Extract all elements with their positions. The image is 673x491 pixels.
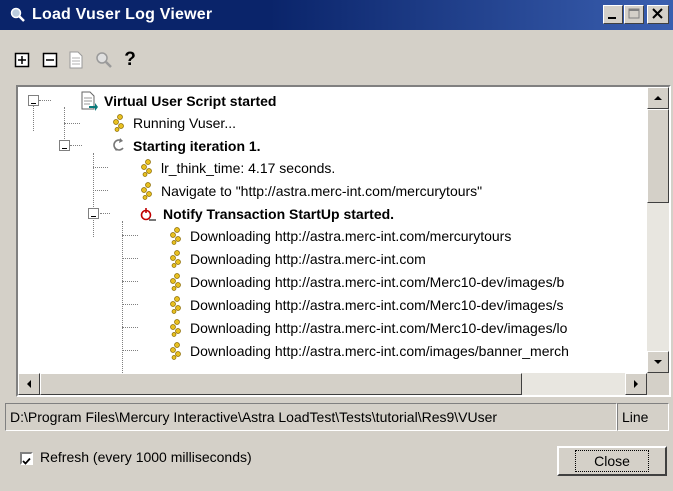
minus-icon: [62, 148, 67, 149]
node-label: Starting iteration 1.: [133, 138, 261, 154]
minus-icon: [91, 216, 96, 217]
expand-all-icon: [14, 52, 30, 68]
tree-connector: [122, 235, 138, 236]
document-button[interactable]: [66, 50, 86, 70]
tree-node[interactable]: Downloading http://astra.merc-int.com/Me…: [168, 271, 564, 293]
node-label: lr_think_time: 4.17 seconds.: [161, 160, 336, 176]
tree-node[interactable]: Downloading http://astra.merc-int.com/im…: [168, 340, 569, 362]
node-label: Downloading http://astra.merc-int.com: [190, 251, 426, 267]
document-icon: [69, 51, 83, 69]
find-button[interactable]: [94, 50, 114, 70]
tree-node[interactable]: Downloading http://astra.merc-int.com/Me…: [168, 317, 567, 339]
toolbar: ?: [0, 30, 673, 85]
log-tree-view[interactable]: Virtual User Script started Running Vuse…: [16, 85, 671, 397]
arrow-down-icon: [654, 360, 662, 364]
tree-node[interactable]: Downloading http://astra.merc-int.com/me…: [168, 225, 511, 247]
tree-connector: [64, 123, 80, 124]
vuser-icon: [170, 273, 181, 291]
minimize-icon: [608, 17, 616, 19]
tree-node[interactable]: Navigate to "http://astra.merc-int.com/m…: [139, 180, 482, 202]
tree-connector: [122, 281, 138, 282]
scroll-up-button[interactable]: [647, 87, 669, 109]
scroll-left-button[interactable]: [18, 373, 40, 395]
refresh-checkbox[interactable]: [20, 452, 33, 465]
node-label: Downloading http://astra.merc-int.com/me…: [190, 228, 512, 244]
tree-connector: [122, 258, 138, 259]
node-label: Navigate to "http://astra.merc-int.com/m…: [161, 183, 483, 199]
expand-all-button[interactable]: [12, 50, 32, 70]
tree-connector: [70, 145, 82, 146]
tree-node-iteration[interactable]: Starting iteration 1.: [111, 135, 261, 157]
minus-icon: [31, 103, 36, 104]
tree-connector: [122, 327, 138, 328]
node-label: Downloading http://astra.merc-int.com/im…: [190, 343, 569, 359]
horizontal-scrollbar[interactable]: [18, 373, 647, 395]
tree-connector: [39, 100, 51, 101]
collapse-toggle[interactable]: [88, 208, 99, 219]
close-button-label: Close: [575, 450, 649, 472]
status-path: D:\Program Files\Mercury Interactive\Ast…: [5, 403, 617, 431]
vuser-icon: [170, 227, 181, 245]
collapse-all-icon: [42, 52, 58, 68]
script-icon: [81, 91, 98, 111]
tree-connector: [93, 167, 108, 168]
scroll-down-button[interactable]: [647, 351, 669, 373]
status-line: Line: [617, 403, 669, 431]
transaction-icon: [140, 208, 156, 221]
node-label: Downloading http://astra.merc-int.com/Me…: [190, 297, 564, 313]
node-label: Downloading http://astra.merc-int.com/Me…: [190, 320, 568, 336]
refresh-label[interactable]: Refresh (every 1000 milliseconds): [40, 449, 252, 465]
tree-connector: [122, 350, 138, 351]
collapse-toggle[interactable]: [59, 140, 70, 151]
tree-node[interactable]: lr_think_time: 4.17 seconds.: [139, 157, 335, 179]
horizontal-scroll-thumb[interactable]: [40, 373, 522, 395]
close-window-button[interactable]: [647, 5, 669, 24]
tree-node-script-started[interactable]: Virtual User Script started: [80, 90, 276, 112]
title-bar[interactable]: Load Vuser Log Viewer: [0, 0, 673, 30]
arrow-right-icon: [634, 380, 638, 388]
vertical-scroll-thumb[interactable]: [647, 109, 669, 203]
iteration-icon: [113, 138, 124, 151]
tree-node[interactable]: Downloading http://astra.merc-int.com: [168, 248, 426, 270]
app-magnifier-icon: [10, 7, 26, 23]
collapse-toggle[interactable]: [28, 95, 39, 106]
tree-connector: [93, 190, 108, 191]
node-label: Downloading http://astra.merc-int.com/Me…: [190, 274, 565, 290]
arrow-left-icon: [27, 380, 31, 388]
close-button[interactable]: Close: [557, 446, 667, 476]
window-title: Load Vuser Log Viewer: [32, 6, 213, 23]
vertical-scrollbar[interactable]: [647, 87, 669, 373]
vuser-icon: [113, 114, 124, 132]
vuser-icon: [170, 342, 181, 360]
tree-node-transaction[interactable]: Notify Transaction StartUp started.: [139, 203, 394, 225]
arrow-up-icon: [654, 96, 662, 100]
tree-connector: [100, 213, 110, 214]
find-icon: [96, 52, 112, 68]
help-icon: ?: [124, 49, 136, 70]
maximize-icon: [628, 8, 640, 19]
vuser-icon: [170, 296, 181, 314]
tree-connector: [122, 304, 138, 305]
tree-node[interactable]: Downloading http://astra.merc-int.com/Me…: [168, 294, 563, 316]
node-label: Running Vuser...: [133, 115, 236, 131]
vuser-icon: [170, 250, 181, 268]
vuser-icon: [170, 319, 181, 337]
checkmark-icon: [22, 457, 31, 465]
scroll-right-button[interactable]: [625, 373, 647, 395]
vuser-icon: [141, 159, 152, 177]
node-label: Virtual User Script started: [104, 93, 277, 109]
maximize-button[interactable]: [624, 5, 644, 24]
help-button[interactable]: ?: [120, 49, 140, 70]
collapse-all-button[interactable]: [40, 50, 60, 70]
scrollbar-corner: [647, 373, 669, 395]
close-icon: [652, 8, 663, 19]
node-label: Notify Transaction StartUp started.: [163, 206, 395, 222]
tree-node[interactable]: Running Vuser...: [111, 112, 236, 134]
tree-connector: [93, 153, 94, 237]
minimize-button[interactable]: [603, 5, 623, 24]
tree-content: Virtual User Script started Running Vuse…: [18, 87, 647, 373]
vuser-icon: [141, 182, 152, 200]
